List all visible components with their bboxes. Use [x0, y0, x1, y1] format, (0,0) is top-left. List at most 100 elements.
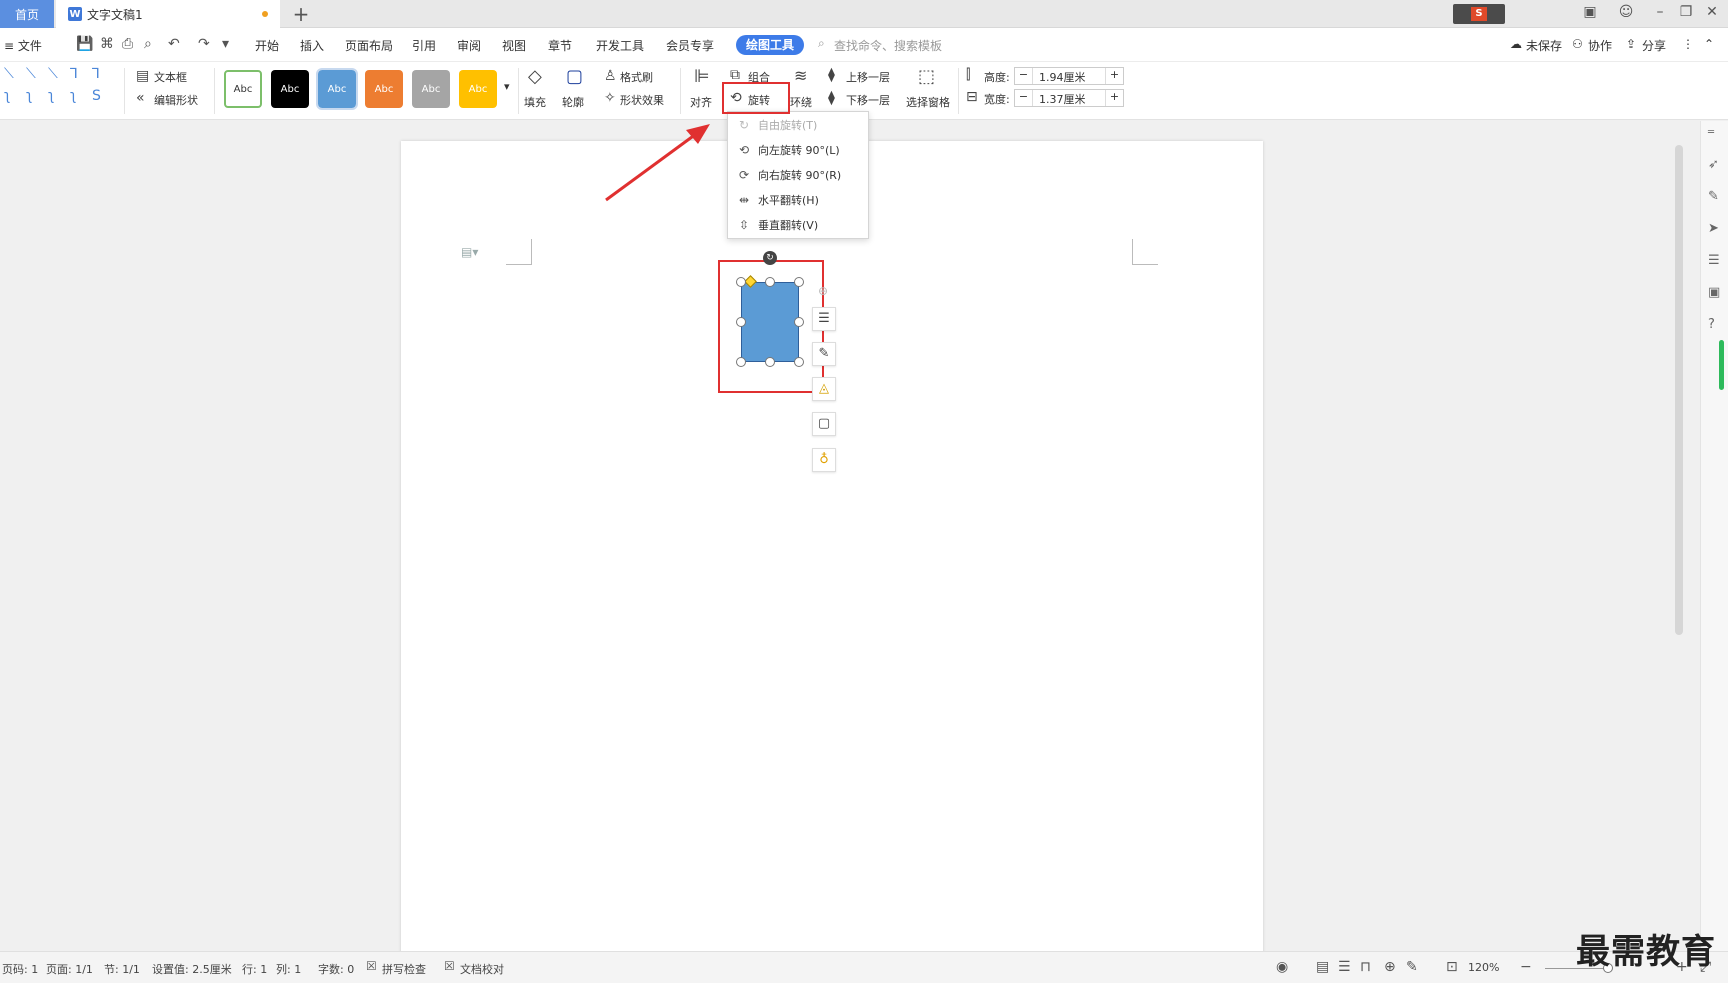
- fill-color-icon[interactable]: ◬: [812, 377, 836, 401]
- zoom-level[interactable]: 120%: [1468, 961, 1499, 974]
- curve-connector-icon[interactable]: ʅ: [4, 88, 10, 104]
- new-tab-button[interactable]: +: [290, 2, 312, 26]
- elbow-connector-icon[interactable]: ⅂: [70, 66, 78, 82]
- page-count[interactable]: 页面: 1/1: [46, 961, 93, 977]
- tab-document[interactable]: W 文字文稿1: [56, 0, 280, 28]
- wps-account-badge[interactable]: S: [1453, 4, 1505, 24]
- menu-item-free-rotate[interactable]: ↻ 自由旋转(T): [736, 114, 862, 136]
- print-icon[interactable]: ⎙: [122, 36, 133, 52]
- menu-chapter[interactable]: 章节: [548, 37, 572, 54]
- resize-handle[interactable]: [765, 277, 775, 287]
- settings-sliders-icon[interactable]: ☰: [1708, 253, 1720, 268]
- shape-style-3[interactable]: Abc: [316, 68, 358, 110]
- idea-bulb-icon[interactable]: ♁: [812, 448, 836, 472]
- avatar[interactable]: ☺: [1616, 4, 1636, 20]
- menu-references[interactable]: 引用: [412, 37, 436, 54]
- s-curve-icon[interactable]: S: [92, 88, 101, 104]
- menu-member[interactable]: 会员专享: [666, 37, 714, 54]
- scroll-up-icon[interactable]: ═: [1708, 127, 1714, 138]
- rectangle-shape[interactable]: [741, 282, 799, 362]
- print-preview-icon[interactable]: ⌕: [144, 36, 152, 52]
- write-view-icon[interactable]: ✎: [1406, 959, 1418, 975]
- menu-insert[interactable]: 插入: [300, 37, 324, 54]
- redo-icon[interactable]: ↷: [198, 36, 210, 52]
- curve-double-arrow-icon[interactable]: ʅ: [48, 88, 54, 104]
- width-value[interactable]: 1.37厘米: [1039, 91, 1086, 107]
- menu-item-flip-vertical[interactable]: ⇳ 垂直翻转(V): [736, 214, 862, 236]
- send-backward-button[interactable]: 下移一层: [846, 92, 890, 108]
- arrow-preset-icon[interactable]: ⟍: [26, 66, 36, 82]
- add-icon[interactable]: ⊕: [818, 284, 828, 298]
- resize-handle[interactable]: [765, 357, 775, 367]
- height-field[interactable]: − 1.94厘米 +: [1014, 67, 1124, 85]
- vertical-scrollbar[interactable]: [1675, 145, 1683, 635]
- menu-view[interactable]: 视图: [502, 37, 526, 54]
- resize-handle[interactable]: [736, 317, 746, 327]
- undo-icon[interactable]: ↶: [168, 36, 180, 52]
- menu-item-flip-horizontal[interactable]: ⇹ 水平翻转(H): [736, 189, 862, 211]
- menu-page-layout[interactable]: 页面布局: [345, 37, 393, 54]
- reading-view-icon[interactable]: ⊓: [1360, 959, 1371, 975]
- rocket-icon[interactable]: ➶: [1708, 157, 1719, 172]
- shape-style-2[interactable]: Abc: [271, 70, 309, 108]
- selection-pane-button[interactable]: 选择窗格: [906, 94, 950, 110]
- width-increase-button[interactable]: +: [1105, 90, 1123, 106]
- zoom-out-icon[interactable]: −: [1520, 959, 1532, 975]
- rotate-handle-icon[interactable]: ↻: [763, 251, 777, 265]
- save-icon[interactable]: 💾: [76, 36, 93, 52]
- resize-handle[interactable]: [736, 277, 746, 287]
- double-arrow-preset-icon[interactable]: ⟍: [48, 66, 58, 82]
- curved-connector-icon[interactable]: ʅ: [70, 88, 76, 104]
- align-button[interactable]: 对齐: [690, 94, 712, 110]
- menu-item-rotate-right[interactable]: ⟳ 向右旋转 90°(R): [736, 164, 862, 186]
- pen-icon[interactable]: ✎: [1708, 189, 1719, 204]
- menu-file[interactable]: ≡ 文件: [4, 37, 42, 54]
- section-count[interactable]: 节: 1/1: [104, 961, 140, 977]
- outline-button[interactable]: 轮廓: [562, 94, 584, 110]
- more-icon[interactable]: ⋮: [1682, 37, 1694, 51]
- page-view-icon[interactable]: ▤: [1316, 959, 1329, 975]
- restore-button[interactable]: ❐: [1676, 4, 1696, 20]
- close-button[interactable]: ✕: [1702, 4, 1722, 20]
- format-painter-button[interactable]: 格式刷: [620, 69, 653, 85]
- menu-developer[interactable]: 开发工具: [596, 37, 644, 54]
- width-field[interactable]: − 1.37厘米 +: [1014, 89, 1124, 107]
- textbox-button[interactable]: 文本框: [154, 69, 187, 85]
- unsaved-status[interactable]: 未保存: [1526, 37, 1562, 54]
- collapse-ribbon-icon[interactable]: ⌃: [1704, 37, 1714, 51]
- edit-pen-icon[interactable]: ✎: [812, 342, 836, 366]
- shape-style-1[interactable]: Abc: [224, 70, 262, 108]
- tab-home[interactable]: 首页: [0, 0, 54, 28]
- cloud-save-icon[interactable]: ☁: [1510, 37, 1522, 51]
- fit-page-icon[interactable]: ⊡: [1446, 959, 1458, 975]
- edit-shape-button[interactable]: 编辑形状: [154, 92, 198, 108]
- format-paint-icon[interactable]: ⌘: [100, 36, 114, 52]
- menu-home[interactable]: 开始: [255, 37, 279, 54]
- menu-item-rotate-left[interactable]: ⟲ 向左旋转 90°(L): [736, 139, 862, 161]
- resize-handle[interactable]: [736, 357, 746, 367]
- share-button[interactable]: 分享: [1642, 37, 1666, 54]
- tab-drawing-tools[interactable]: 绘图工具: [736, 35, 805, 55]
- document-page[interactable]: ▤▾: [401, 141, 1263, 971]
- cursor-icon[interactable]: ➤: [1708, 221, 1719, 236]
- web-view-icon[interactable]: ⊕: [1384, 959, 1396, 975]
- customize-qat-icon[interactable]: ▾: [222, 36, 229, 52]
- height-increase-button[interactable]: +: [1105, 68, 1123, 84]
- proofread-button[interactable]: 文档校对: [460, 961, 504, 977]
- minimize-button[interactable]: –: [1650, 4, 1670, 20]
- eye-protection-icon[interactable]: ◉: [1276, 959, 1288, 975]
- command-search[interactable]: 查找命令、搜索模板: [834, 37, 942, 54]
- height-decrease-button[interactable]: −: [1015, 68, 1033, 84]
- shape-style-5[interactable]: Abc: [412, 70, 450, 108]
- collab-icon[interactable]: ⚇: [1572, 37, 1583, 51]
- box-icon[interactable]: ▣: [1708, 285, 1720, 300]
- share-icon[interactable]: ⇪: [1626, 37, 1636, 51]
- outline-view-icon[interactable]: ☰: [1338, 959, 1351, 975]
- bring-forward-button[interactable]: 上移一层: [846, 69, 890, 85]
- layout-options-icon[interactable]: ☰: [812, 307, 836, 331]
- resize-handle[interactable]: [794, 317, 804, 327]
- shape-style-6[interactable]: Abc: [459, 70, 497, 108]
- elbow-arrow-icon[interactable]: ⅂: [92, 66, 100, 82]
- help-icon[interactable]: ?: [1708, 317, 1715, 332]
- outline-shape-icon[interactable]: ▢: [812, 412, 836, 436]
